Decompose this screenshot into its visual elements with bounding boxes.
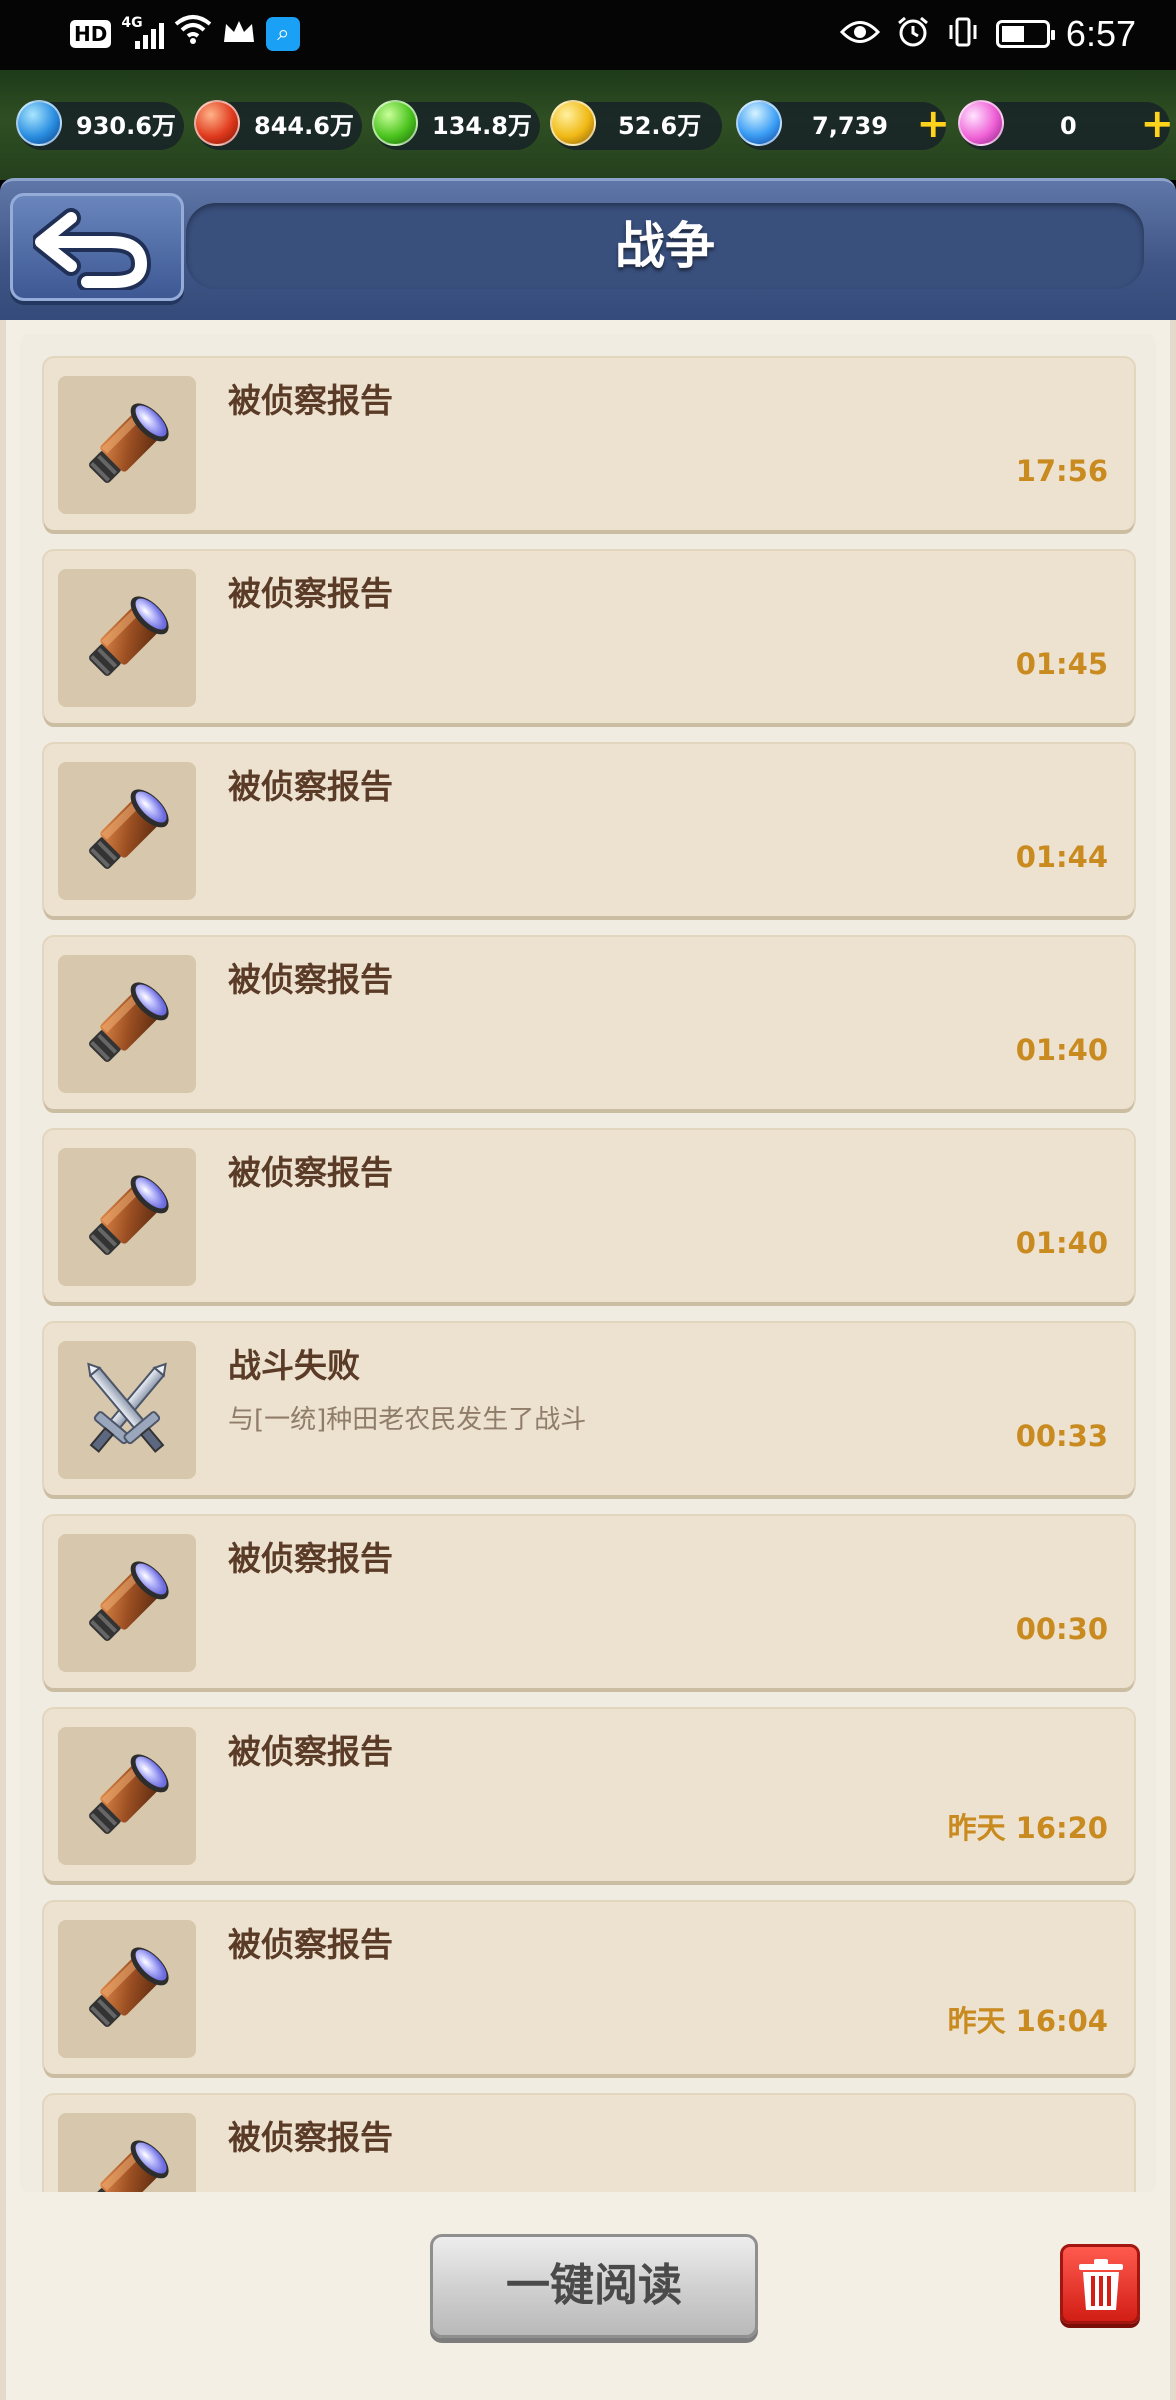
report-thumbnail [58,1534,196,1672]
telescope-icon [80,1747,176,1843]
report-item[interactable]: 被侦察报告 [44,2095,1134,2192]
resource-value: 930.6万 [76,112,176,140]
resource-bar: 930.6万 844.6万 134.8万 52.6万 7,739 + 0 + [0,70,1176,180]
report-time: 昨天 16:04 [947,2004,1108,2038]
resource-gold: 52.6万 [550,100,722,150]
report-time: 昨天 16:20 [947,1811,1108,1845]
delete-button[interactable] [1060,2244,1140,2324]
resource-diamonds[interactable]: 0 + [954,96,1174,150]
report-item[interactable]: 被侦察报告 昨天 16:04 [44,1902,1134,2074]
eye-icon [839,19,880,49]
report-item[interactable]: 被侦察报告 17:56 [44,358,1134,530]
report-list[interactable]: 被侦察报告 17:56 被侦察报告 01:45 被侦察报告 01:44 被侦察报… [20,334,1156,2192]
fire-orb-icon [194,100,240,146]
report-time: 01:45 [1015,647,1108,681]
report-title: 被侦察报告 [228,1732,393,1771]
page-header: 战争 [0,178,1176,322]
crossed-swords-icon [72,1350,182,1463]
telescope-icon [80,1554,176,1650]
report-subtitle: 与[一统]种田老农民发生了战斗 [228,1405,587,1435]
clock-time: 6:57 [1065,13,1136,54]
cellular-signal-icon: 4G [121,15,165,49]
report-item[interactable]: 被侦察报告 01:40 [44,937,1134,1109]
report-time: 01:40 [1015,1226,1108,1260]
report-title: 被侦察报告 [228,1925,393,1964]
report-thumbnail [58,569,196,707]
network-type: 4G [121,15,143,31]
report-item[interactable]: 被侦察报告 昨天 16:20 [44,1709,1134,1881]
resource-fire: 844.6万 [194,100,362,150]
report-title: 战斗失败 [228,1346,360,1385]
report-thumbnail [58,762,196,900]
resource-value: 134.8万 [432,112,532,140]
report-time: 17:56 [1015,454,1108,488]
battery-icon [995,20,1055,48]
wifi-icon [174,14,212,55]
report-item[interactable]: 被侦察报告 01:40 [44,1130,1134,1302]
report-item[interactable]: 被侦察报告 01:44 [44,744,1134,916]
report-thumbnail [58,1727,196,1865]
gold-coin-icon [550,100,596,146]
telescope-icon [80,396,176,492]
report-panel: 被侦察报告 17:56 被侦察报告 01:45 被侦察报告 01:44 被侦察报… [0,320,1176,2400]
report-time: 01:40 [1015,1033,1108,1067]
report-time: 01:44 [1015,840,1108,874]
report-thumbnail [58,1341,196,1479]
report-title: 被侦察报告 [228,574,393,613]
read-all-button[interactable]: 一键阅读 [430,2234,758,2338]
report-title: 被侦察报告 [228,1153,393,1192]
telescope-icon [80,589,176,685]
telescope-icon [80,2133,176,2192]
report-title: 被侦察报告 [228,2118,393,2157]
report-thumbnail [58,1920,196,2058]
telescope-icon [80,1168,176,1264]
telescope-icon [80,975,176,1071]
telescope-icon [80,782,176,878]
report-item[interactable]: 战斗失败 与[一统]种田老农民发生了战斗 00:33 [44,1323,1134,1495]
pink-diamond-icon [954,96,1008,150]
hd-badge: HD [70,20,112,48]
report-thumbnail [58,376,196,514]
resource-value: 52.6万 [618,112,702,140]
blue-gem-icon [730,94,788,152]
add-diamonds-plus-icon[interactable]: + [1140,104,1174,144]
title-plate: 战争 [186,203,1144,289]
resource-water: 930.6万 [16,100,184,150]
report-item[interactable]: 被侦察报告 01:45 [44,551,1134,723]
report-time: 00:33 [1015,1419,1108,1453]
resource-value: 844.6万 [254,112,354,140]
report-thumbnail [58,1148,196,1286]
trash-icon [1079,2259,1123,2310]
page-title: 战争 [615,217,715,275]
report-thumbnail [58,955,196,1093]
back-button[interactable] [10,193,184,301]
back-arrow-icon [33,208,152,290]
report-time: 00:30 [1015,1612,1108,1646]
vibrate-icon [946,15,980,53]
report-title: 被侦察报告 [228,960,393,999]
report-title: 被侦察报告 [228,1539,393,1578]
add-gems-plus-icon[interactable]: + [916,104,950,144]
resource-gems[interactable]: 7,739 + [730,94,950,152]
report-title: 被侦察报告 [228,767,393,806]
water-orb-icon [16,100,62,146]
status-bar: HD 4G ⌕ 6:57 [0,0,1176,70]
report-title: 被侦察报告 [228,381,393,420]
alarm-icon [896,15,930,53]
telescope-icon [80,1940,176,2036]
leaf-orb-icon [372,100,418,146]
report-thumbnail [58,2113,196,2192]
search-app-icon: ⌕ [266,17,301,51]
report-item[interactable]: 被侦察报告 00:30 [44,1516,1134,1688]
crown-icon [222,18,256,50]
resource-leaf: 134.8万 [372,100,540,150]
